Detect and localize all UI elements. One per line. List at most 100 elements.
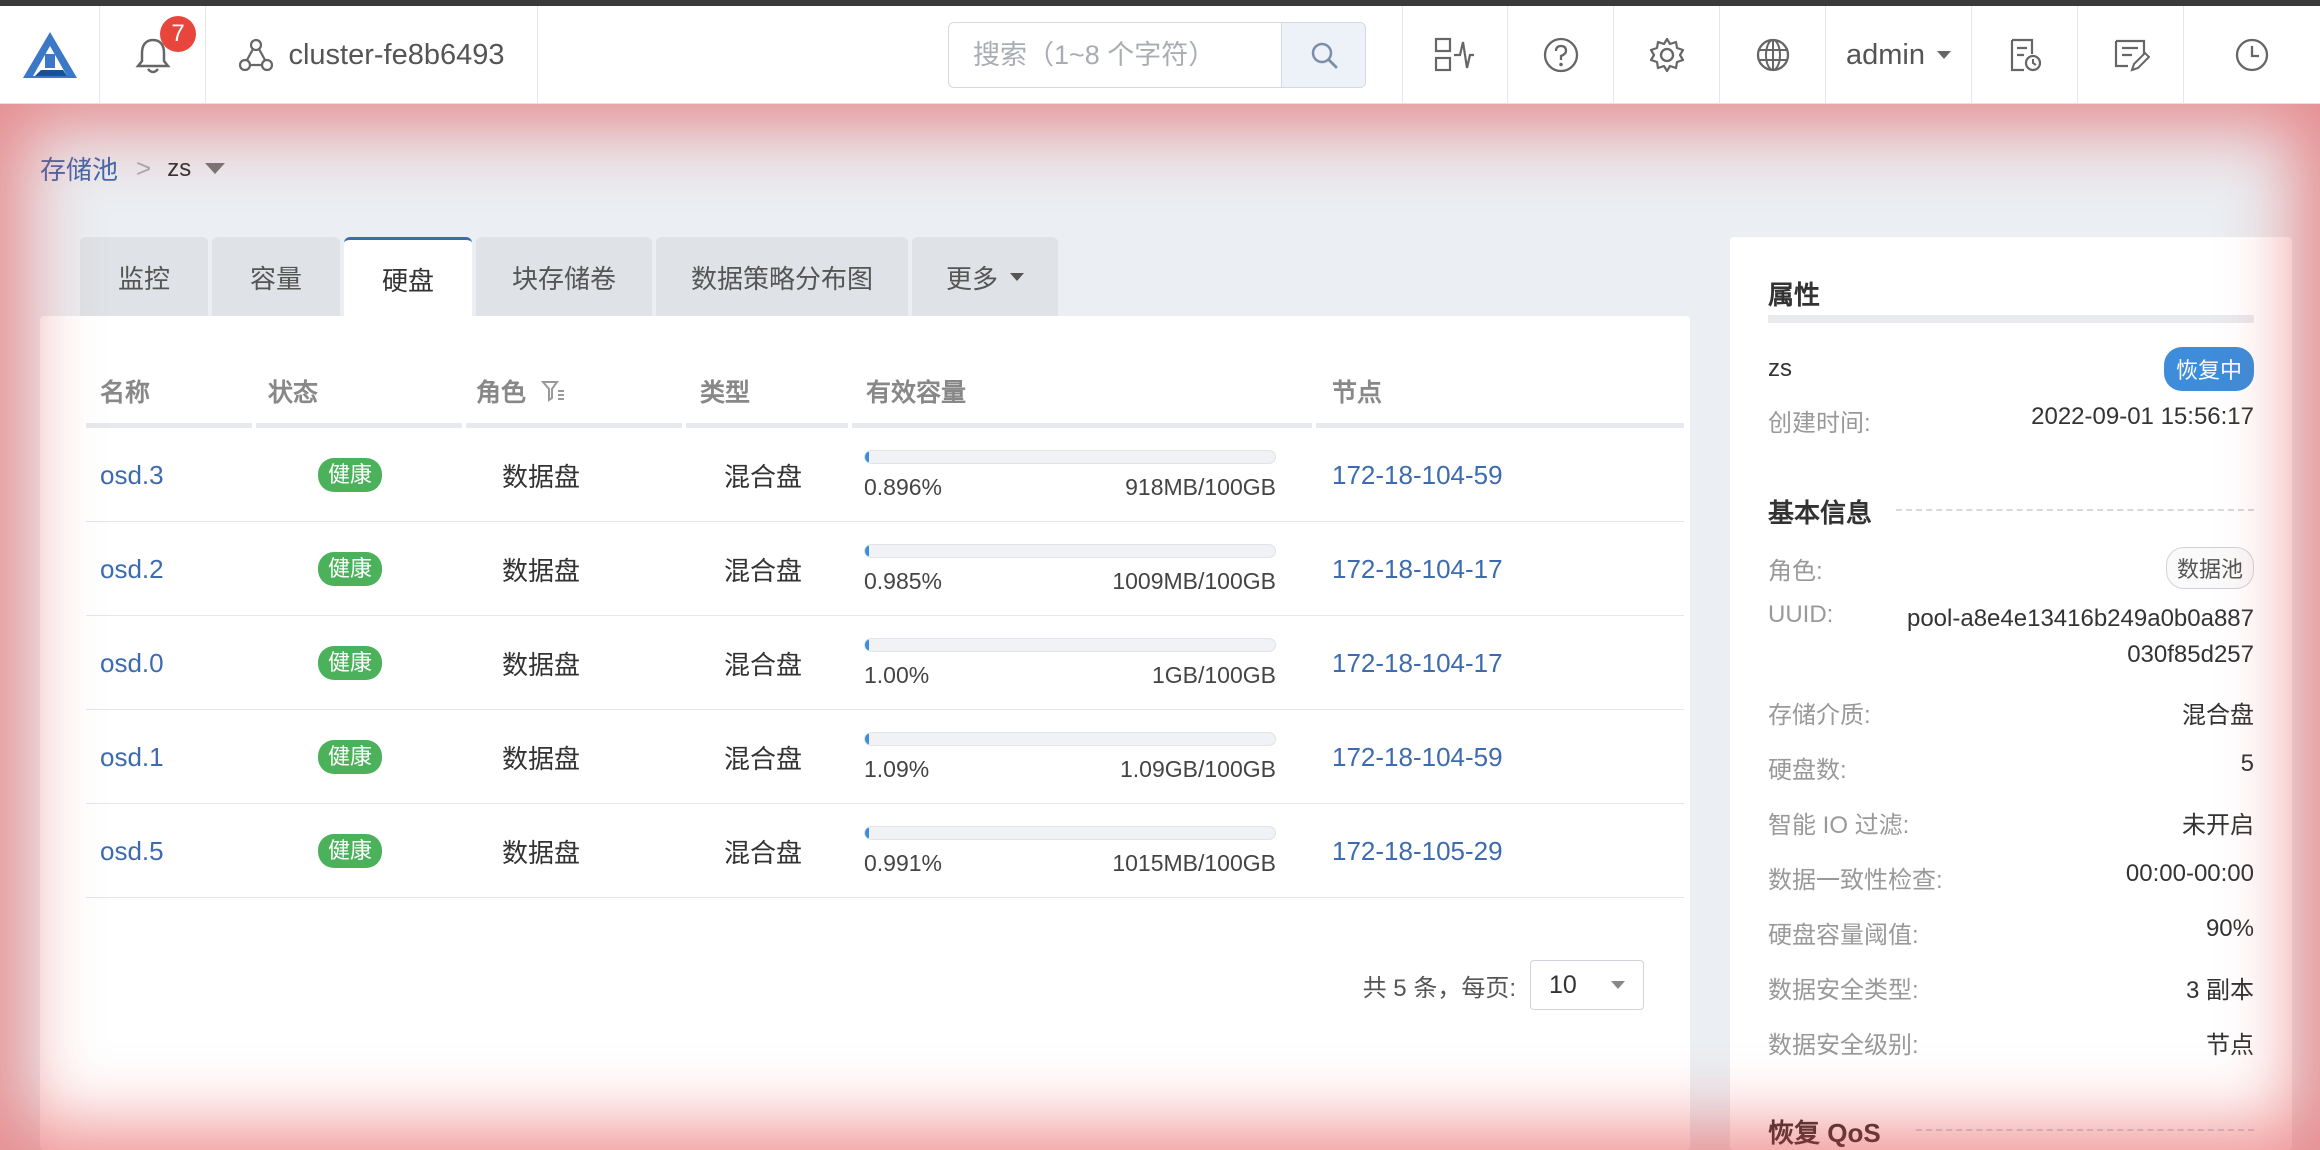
capacity-progress-bar — [864, 638, 1276, 652]
status-badge: 健康 — [318, 552, 383, 586]
column-header-name[interactable]: 名称 — [100, 354, 150, 428]
capacity-cell: 1.09% 1.09GB/100GB — [864, 710, 1276, 804]
capacity-progress-fill — [865, 733, 870, 745]
property-label: 硬盘数: — [1768, 757, 1847, 784]
uuid-row: UUID: pool-a8e4e13416b249a0b0a887 030f85… — [1768, 601, 2254, 673]
table-row[interactable]: osd.1 健康 数据盘 混合盘 1.09% 1.09GB/100GB 172-… — [86, 710, 1684, 804]
tab-capacity[interactable]: 容量 — [212, 237, 340, 317]
node-link[interactable]: 172-18-104-17 — [1332, 522, 1503, 616]
property-value: 00:00-00:00 — [2125, 860, 2254, 887]
disk-role: 数据盘 — [502, 837, 581, 868]
role-tag: 数据池 — [2165, 547, 2254, 589]
capacity-amount: 1009MB/100GB — [1112, 568, 1276, 594]
uuid-value: pool-a8e4e13416b249a0b0a887 030f85d257 — [1907, 601, 2254, 673]
pool-tabs: 监控 容量 硬盘 块存储卷 数据策略分布图 更多 — [80, 237, 1062, 319]
history-button[interactable] — [2184, 6, 2320, 104]
filter-icon[interactable] — [540, 378, 566, 404]
disk-type: 混合盘 — [724, 649, 803, 680]
node-link[interactable]: 172-18-104-17 — [1332, 616, 1503, 710]
node-link[interactable]: 172-18-104-59 — [1332, 428, 1503, 522]
disk-name-link[interactable]: osd.5 — [100, 804, 164, 898]
table-row[interactable]: osd.3 健康 数据盘 混合盘 0.896% 918MB/100GB 172-… — [86, 428, 1684, 522]
help-button[interactable] — [1508, 6, 1614, 104]
search-input[interactable] — [949, 23, 1281, 87]
status-badge: 健康 — [318, 646, 383, 680]
notifications-button[interactable]: 7 — [100, 6, 206, 104]
disks-panel: 名称 状态 角色 类型 有效容量 节点 osd.3 健康 数据盘 混合盘 0.8… — [40, 316, 1690, 1150]
property-value: 节点 — [2206, 1032, 2254, 1059]
table-row[interactable]: osd.5 健康 数据盘 混合盘 0.991% 1015MB/100GB 172… — [86, 804, 1684, 898]
settings-button[interactable] — [1614, 6, 1720, 104]
disks-table: 名称 状态 角色 类型 有效容量 节点 osd.3 健康 数据盘 混合盘 0.8… — [86, 354, 1684, 898]
property-value: 5 — [2240, 750, 2254, 777]
event-log-button[interactable] — [2078, 6, 2184, 104]
logo[interactable] — [0, 6, 100, 104]
capacity-percent: 0.985% — [864, 568, 943, 594]
role-row: 角色: 数据池 — [1768, 547, 2254, 589]
property-label: 硬盘容量阈值: — [1768, 922, 1919, 949]
node-link[interactable]: 172-18-105-29 — [1332, 804, 1503, 898]
table-row[interactable]: osd.0 健康 数据盘 混合盘 1.00% 1GB/100GB 172-18-… — [86, 616, 1684, 710]
property-label: 数据一致性检查: — [1768, 867, 1943, 894]
capacity-progress-bar — [864, 732, 1276, 746]
column-header-role[interactable]: 角色 — [476, 354, 566, 428]
tab-monitor[interactable]: 监控 — [80, 237, 208, 317]
property-row: 硬盘数: 5 — [1768, 750, 2254, 785]
property-value: 3 副本 — [2185, 977, 2254, 1004]
tab-more[interactable]: 更多 — [912, 237, 1058, 317]
capacity-amount: 1.09GB/100GB — [1120, 756, 1276, 782]
chevron-down-icon — [1611, 981, 1625, 989]
pool-name: zs — [1768, 355, 1792, 382]
column-header-type[interactable]: 类型 — [700, 354, 750, 428]
page-size-select[interactable]: 10 — [1530, 960, 1644, 1010]
system-monitor-button[interactable] — [1402, 6, 1508, 104]
property-row: 数据安全类型: 3 副本 — [1768, 970, 2254, 1005]
breadcrumb-storage-pool-link[interactable]: 存储池 — [40, 150, 118, 187]
capacity-amount: 1015MB/100GB — [1112, 850, 1276, 876]
user-menu[interactable]: admin — [1826, 6, 1972, 104]
cluster-selector[interactable]: cluster-fe8b6493 — [206, 6, 538, 104]
column-header-capacity[interactable]: 有效容量 — [866, 354, 966, 428]
disk-name-link[interactable]: osd.2 — [100, 522, 164, 616]
pagination: 共 5 条，每页: 10 — [1363, 960, 1644, 1010]
created-time-row: 创建时间: 2022-09-01 15:56:17 — [1768, 403, 2254, 438]
property-row: 智能 IO 过滤: 未开启 — [1768, 805, 2254, 840]
page-size-value: 10 — [1549, 970, 1577, 999]
node-link[interactable]: 172-18-104-59 — [1332, 710, 1503, 804]
task-log-button[interactable] — [1972, 6, 2078, 104]
tab-data-policy-map[interactable]: 数据策略分布图 — [656, 237, 908, 317]
section-divider — [1896, 509, 2254, 511]
capacity-progress-fill — [865, 827, 870, 839]
capacity-percent: 1.00% — [864, 662, 930, 688]
pagination-summary: 共 5 条，每页: — [1362, 974, 1516, 1002]
tab-label: 硬盘 — [381, 266, 434, 296]
property-row: 数据一致性检查: 00:00-00:00 — [1768, 860, 2254, 895]
tab-block-volumes[interactable]: 块存储卷 — [476, 237, 652, 317]
table-row[interactable]: osd.2 健康 数据盘 混合盘 0.985% 1009MB/100GB 172… — [86, 522, 1684, 616]
breadcrumb-current-pool[interactable]: zs — [167, 155, 191, 183]
search-button[interactable] — [1281, 23, 1365, 87]
tab-disks[interactable]: 硬盘 — [344, 237, 472, 319]
status-badge: 健康 — [318, 458, 383, 492]
cluster-icon — [239, 38, 274, 72]
brand-logo-icon — [22, 32, 77, 78]
search-icon — [1311, 42, 1337, 69]
chevron-down-icon — [1937, 51, 1951, 59]
pool-switch-dropdown-icon[interactable] — [205, 163, 226, 174]
disk-name-link[interactable]: osd.3 — [100, 428, 164, 522]
disk-type: 混合盘 — [724, 837, 803, 868]
disk-role: 数据盘 — [502, 555, 581, 586]
disk-name-link[interactable]: osd.0 — [100, 616, 164, 710]
capacity-cell: 1.00% 1GB/100GB — [864, 616, 1276, 710]
top-navigation-bar: 7 cluster-fe8b6493 搜索（1~8 个字符） admin — [0, 6, 2320, 104]
column-header-node[interactable]: 节点 — [1332, 354, 1382, 428]
column-header-status[interactable]: 状态 — [268, 354, 318, 428]
disk-name-link[interactable]: osd.1 — [100, 710, 164, 804]
language-button[interactable] — [1720, 6, 1826, 104]
uuid-line: pool-a8e4e13416b249a0b0a887 — [1906, 605, 2254, 632]
disk-role: 数据盘 — [502, 649, 581, 680]
notification-count-badge: 7 — [160, 16, 196, 52]
capacity-progress-bar — [864, 826, 1276, 840]
role-label: 角色: — [1768, 557, 1823, 585]
property-value: 未开启 — [2182, 812, 2254, 839]
